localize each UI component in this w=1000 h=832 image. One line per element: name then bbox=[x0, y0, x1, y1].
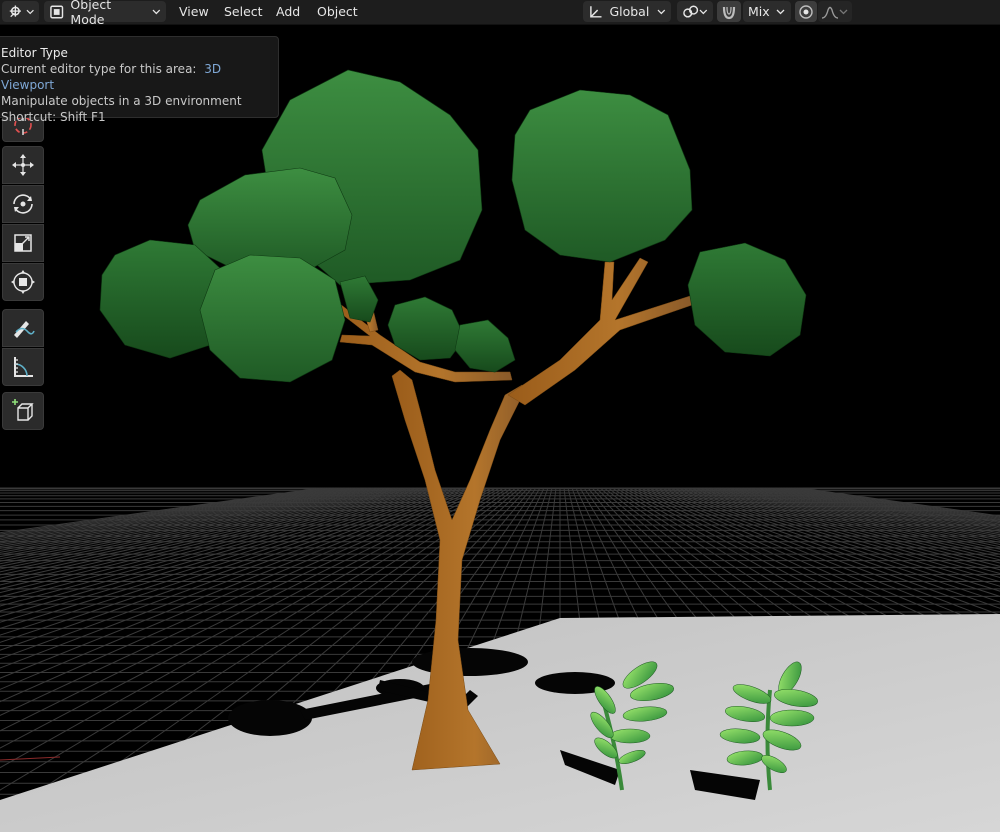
scale-icon bbox=[14, 234, 32, 252]
tool-add-cube[interactable] bbox=[2, 392, 44, 430]
menu-view[interactable]: View bbox=[179, 4, 209, 19]
move-icon bbox=[12, 154, 34, 176]
viewport-header: Object Mode View Select Add Object Globa… bbox=[0, 0, 1000, 27]
object-mode-icon bbox=[50, 4, 64, 19]
chevron-down-icon bbox=[152, 9, 161, 14]
tooltip-editor-line: Current editor type for this area: 3D Vi… bbox=[1, 61, 278, 93]
orientation-label: Global bbox=[609, 4, 650, 19]
measure-icon bbox=[14, 357, 33, 377]
tool-annotate[interactable] bbox=[2, 309, 44, 347]
tooltip-shortcut: Shortcut: Shift F1 bbox=[1, 110, 106, 124]
rotate-icon bbox=[13, 194, 33, 214]
chevron-down-icon bbox=[699, 9, 708, 14]
viewport-scene[interactable] bbox=[0, 25, 1000, 832]
chevron-down-icon bbox=[776, 9, 785, 14]
snap-mode-dropdown[interactable]: Mix bbox=[743, 1, 791, 22]
pivot-point-dropdown[interactable] bbox=[677, 1, 713, 22]
tool-rotate[interactable] bbox=[2, 185, 44, 223]
pivot-link-icon bbox=[683, 5, 699, 18]
chevron-down-icon bbox=[26, 9, 34, 14]
falloff-dropdown[interactable] bbox=[818, 1, 852, 22]
editor-type-button[interactable] bbox=[2, 1, 39, 22]
snap-mode-label: Mix bbox=[748, 4, 770, 19]
transform-icon bbox=[11, 270, 35, 294]
add-cube-icon bbox=[12, 399, 34, 421]
chevron-down-icon bbox=[839, 9, 848, 14]
annotate-icon bbox=[14, 321, 35, 338]
tooltip-editor-prefix: Current editor type for this area: bbox=[1, 62, 197, 76]
editor-type-tooltip: Editor Type Current editor type for this… bbox=[0, 36, 279, 124]
mode-label: Object Mode bbox=[70, 0, 112, 27]
magnet-icon bbox=[722, 6, 736, 19]
chevron-down-icon bbox=[657, 9, 666, 14]
menu-object[interactable]: Object bbox=[317, 4, 358, 19]
mode-dropdown[interactable]: Object Mode bbox=[44, 0, 166, 27]
menu-select[interactable]: Select bbox=[224, 4, 263, 19]
editor-type-icon bbox=[9, 4, 21, 17]
orientation-dropdown[interactable]: Global bbox=[583, 1, 671, 22]
orientation-axes-icon bbox=[590, 5, 602, 18]
tool-measure[interactable] bbox=[2, 348, 44, 386]
tool-move[interactable] bbox=[2, 146, 44, 184]
menu-add[interactable]: Add bbox=[276, 4, 300, 19]
tool-transform[interactable] bbox=[2, 263, 44, 301]
tool-scale[interactable] bbox=[2, 224, 44, 262]
proportional-editing-toggle[interactable] bbox=[795, 1, 817, 22]
proportional-editing-icon bbox=[799, 4, 813, 19]
tooltip-title: Editor Type bbox=[1, 46, 68, 60]
falloff-curve-icon bbox=[821, 6, 839, 19]
snap-toggle[interactable] bbox=[717, 1, 741, 22]
tooltip-description: Manipulate objects in a 3D environment bbox=[1, 94, 242, 108]
